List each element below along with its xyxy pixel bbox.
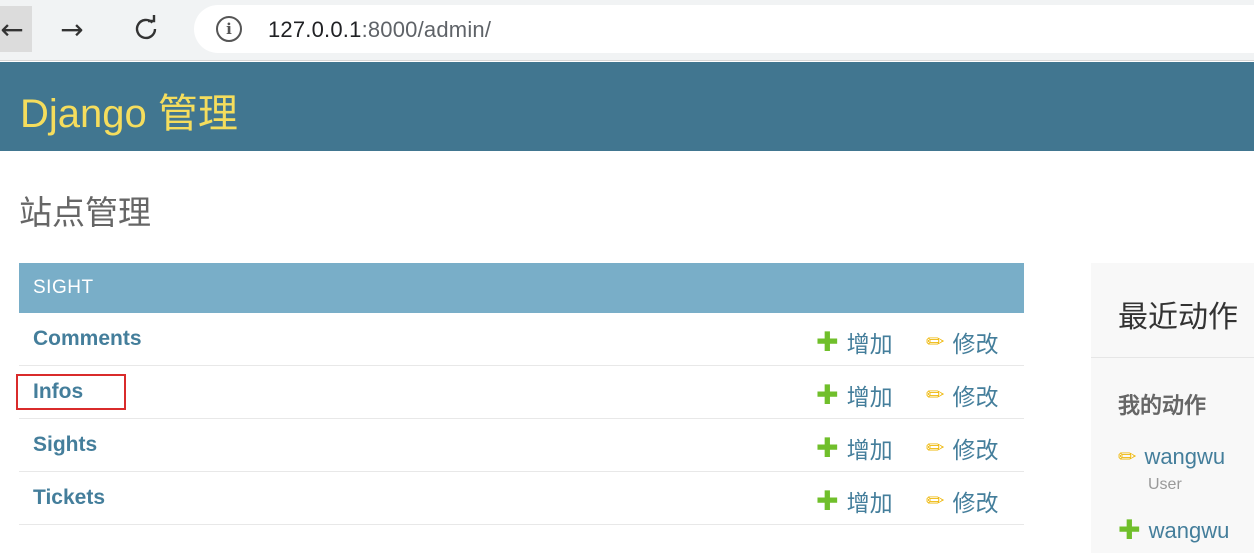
plus-icon: ✚ xyxy=(816,326,839,358)
add-link-infos[interactable]: ✚ 增加 xyxy=(816,378,893,412)
change-link-tickets[interactable]: ✏ 修改 xyxy=(926,484,998,518)
url-text[interactable]: 127.0.0.1:8000/admin/ xyxy=(268,17,491,43)
site-branding[interactable]: Django 管理 xyxy=(20,81,238,139)
reload-icon[interactable] xyxy=(126,6,166,52)
pencil-icon: ✏ xyxy=(926,329,945,355)
model-link-comments[interactable]: Comments xyxy=(33,327,142,351)
model-link-sights[interactable]: Sights xyxy=(33,433,97,457)
add-link-tickets[interactable]: ✚ 增加 xyxy=(816,484,893,518)
model-row-comments: Comments ✚ 增加 ✏ 修改 xyxy=(19,313,1024,366)
change-label: 修改 xyxy=(952,490,999,516)
divider xyxy=(1091,357,1254,358)
url-path: :8000/admin/ xyxy=(361,17,492,42)
pencil-icon: ✏ xyxy=(1118,444,1137,470)
pencil-icon: ✏ xyxy=(926,488,945,514)
model-link-infos[interactable]: Infos xyxy=(33,380,83,404)
plus-icon: ✚ xyxy=(1118,515,1141,546)
url-host: 127.0.0.1 xyxy=(268,17,362,42)
change-label: 修改 xyxy=(952,384,999,410)
recent-action-item[interactable]: ✏ wangwu xyxy=(1118,444,1225,470)
pencil-icon: ✏ xyxy=(926,435,945,461)
change-label: 修改 xyxy=(952,331,999,357)
add-label: 增加 xyxy=(846,384,893,410)
plus-icon: ✚ xyxy=(816,485,839,517)
recent-action-item[interactable]: ✚ wangwu xyxy=(1118,515,1229,546)
add-label: 增加 xyxy=(846,437,893,463)
app-module-sight: SIGHT Comments ✚ 增加 ✏ 修改 Infos ✚ 增加 ✏ 修改… xyxy=(16,263,1024,525)
model-row-tickets: Tickets ✚ 增加 ✏ 修改 xyxy=(19,472,1024,525)
plus-icon: ✚ xyxy=(816,379,839,411)
add-label: 增加 xyxy=(846,490,893,516)
page-title: 站点管理 xyxy=(19,194,151,231)
add-link-sights[interactable]: ✚ 增加 xyxy=(816,431,893,465)
recent-action-link[interactable]: wangwu xyxy=(1149,518,1230,544)
recent-actions-title: 最近动作 xyxy=(1118,301,1238,334)
add-link-comments[interactable]: ✚ 增加 xyxy=(816,325,893,359)
change-link-sights[interactable]: ✏ 修改 xyxy=(926,431,998,465)
app-caption[interactable]: SIGHT xyxy=(19,263,1024,313)
info-icon[interactable]: i xyxy=(216,16,242,42)
plus-icon: ✚ xyxy=(816,432,839,464)
arrow-left-icon[interactable]: ← xyxy=(0,6,32,52)
model-link-tickets[interactable]: Tickets xyxy=(33,486,105,510)
model-row-infos: Infos ✚ 增加 ✏ 修改 xyxy=(16,366,1024,419)
recent-action-type: User xyxy=(1148,476,1182,493)
arrow-right-icon[interactable]: → xyxy=(52,6,92,52)
my-actions-heading: 我的动作 xyxy=(1118,393,1207,418)
recent-action-link[interactable]: wangwu xyxy=(1144,444,1225,470)
change-link-comments[interactable]: ✏ 修改 xyxy=(926,325,998,359)
change-label: 修改 xyxy=(952,437,999,463)
pencil-icon: ✏ xyxy=(926,382,945,408)
change-link-infos[interactable]: ✏ 修改 xyxy=(926,378,998,412)
add-label: 增加 xyxy=(846,331,893,357)
model-row-sights: Sights ✚ 增加 ✏ 修改 xyxy=(19,419,1024,472)
